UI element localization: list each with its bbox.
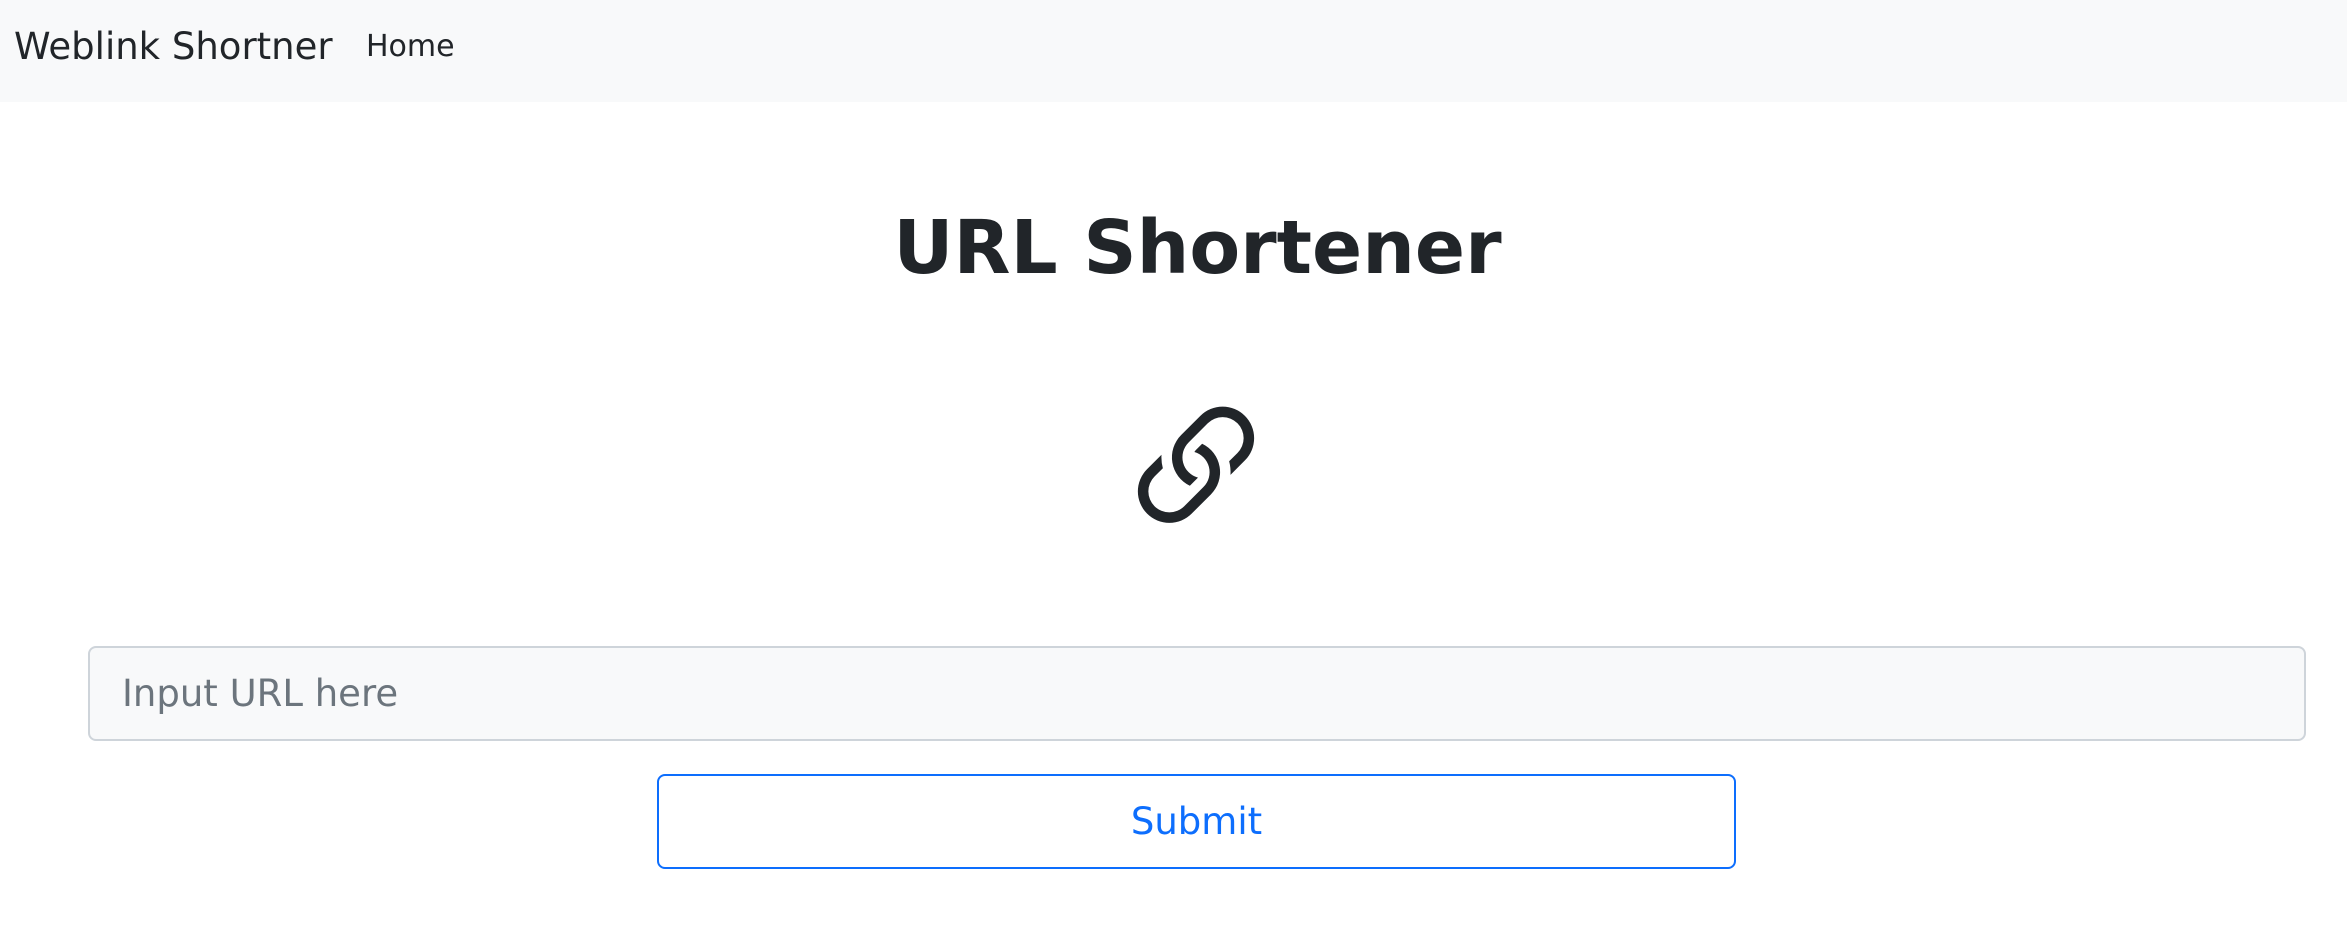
link-icon xyxy=(1137,406,1255,523)
submit-button[interactable]: Submit xyxy=(657,774,1736,869)
nav-link-home[interactable]: Home xyxy=(366,27,455,67)
page-title: URL Shortener xyxy=(893,205,1502,291)
url-input[interactable] xyxy=(88,646,2306,741)
navbar: Weblink Shortner Home xyxy=(0,0,2347,102)
navbar-brand[interactable]: Weblink Shortner xyxy=(14,22,333,72)
